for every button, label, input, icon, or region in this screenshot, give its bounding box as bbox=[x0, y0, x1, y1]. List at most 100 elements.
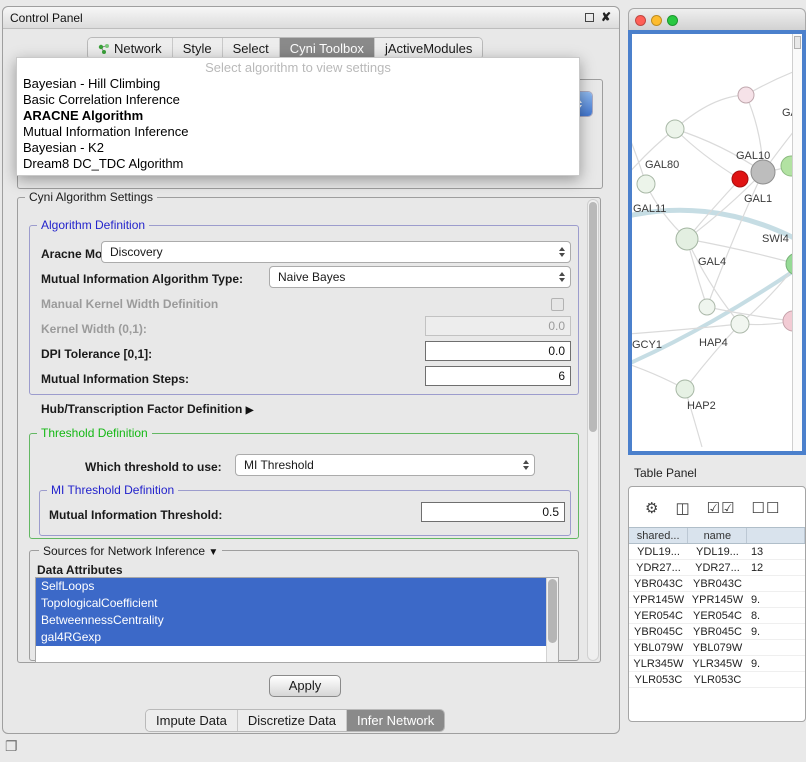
settings-scrollbar[interactable] bbox=[587, 199, 599, 661]
select-all-icon[interactable]: ☑☑ bbox=[707, 501, 736, 517]
network-node-7[interactable] bbox=[676, 228, 698, 250]
table-row[interactable]: YLR345WYLR345W9. bbox=[629, 656, 805, 672]
network-window-titlebar[interactable] bbox=[628, 8, 806, 30]
tab-jactivemodules[interactable]: jActiveModules bbox=[375, 38, 482, 59]
network-focus-frame: GAL80GAL10GAL1GAL11SWI4GAL4GCY1HAP4HAP2Y… bbox=[628, 30, 806, 455]
scrollbar-thumb[interactable] bbox=[589, 202, 597, 432]
table-cell: YBR043C bbox=[629, 576, 688, 591]
tab-discretize-data[interactable]: Discretize Data bbox=[238, 710, 347, 731]
tab-label: Select bbox=[233, 41, 269, 56]
float-window-icon[interactable] bbox=[585, 13, 594, 22]
apply-button[interactable]: Apply bbox=[269, 675, 341, 697]
network-node-2[interactable] bbox=[666, 120, 684, 138]
sources-text: Sources for Network Inference bbox=[43, 544, 205, 558]
column-header[interactable]: name bbox=[688, 528, 747, 543]
close-icon[interactable]: ✘ bbox=[601, 11, 611, 23]
tab-label: Network bbox=[114, 41, 162, 56]
network-node-4[interactable] bbox=[751, 160, 775, 184]
table-row[interactable]: YER054CYER054C8. bbox=[629, 608, 805, 624]
aracne-mode-select[interactable]: Discovery bbox=[101, 241, 571, 263]
tab-style[interactable]: Style bbox=[173, 38, 223, 59]
attributes-scrollbar[interactable] bbox=[546, 578, 558, 662]
manual-kernel-checkbox[interactable] bbox=[551, 298, 564, 311]
sources-label[interactable]: Sources for Network Inference ▼ bbox=[39, 544, 222, 558]
network-edge[interactable] bbox=[675, 95, 746, 129]
network-node-11[interactable] bbox=[783, 311, 792, 331]
table-row[interactable]: YBR043CYBR043C bbox=[629, 576, 805, 592]
settings-gear-icon[interactable]: ⚙ bbox=[645, 501, 659, 517]
table-body: YDL19...YDL19...13YDR27...YDR27...12YBR0… bbox=[629, 544, 805, 688]
sources-collapse-icon[interactable]: ▼ bbox=[208, 547, 218, 558]
network-node-9[interactable] bbox=[699, 299, 715, 315]
tab-network[interactable]: Network bbox=[88, 38, 173, 59]
popup-placeholder: Select algorithm to view settings bbox=[17, 60, 579, 76]
table-cell: YBL079W bbox=[629, 640, 688, 655]
network-scrollbar[interactable] bbox=[792, 34, 802, 451]
scrollbar-thumb[interactable] bbox=[548, 579, 557, 643]
network-edge[interactable] bbox=[675, 129, 740, 179]
table-cell: YPR145W bbox=[688, 592, 747, 607]
restore-panel-icon[interactable]: ❐ bbox=[5, 738, 18, 755]
mi-type-select[interactable]: Naive Bayes bbox=[269, 266, 571, 288]
network-node-1[interactable] bbox=[738, 87, 754, 103]
algorithm-option[interactable]: Basic Correlation Inference bbox=[17, 92, 579, 108]
node-label: SWI4 bbox=[762, 233, 789, 245]
combo-value: Naive Bayes bbox=[278, 270, 345, 284]
algorithm-option[interactable]: Bayesian - Hill Climbing bbox=[17, 76, 579, 92]
table-row[interactable]: YPR145WYPR145W9. bbox=[629, 592, 805, 608]
network-node-5[interactable] bbox=[732, 171, 748, 187]
hub-expander-icon[interactable]: ▶ bbox=[246, 405, 254, 416]
attribute-item[interactable]: gal4RGexp bbox=[36, 629, 546, 646]
tab-infer-network[interactable]: Infer Network bbox=[347, 710, 444, 731]
close-traffic-icon[interactable] bbox=[635, 15, 646, 26]
column-header[interactable] bbox=[747, 528, 805, 543]
network-node-6[interactable] bbox=[637, 175, 655, 193]
table-row[interactable]: YBL079WYBL079W bbox=[629, 640, 805, 656]
which-threshold-select[interactable]: MI Threshold bbox=[235, 454, 535, 476]
algorithm-option[interactable]: Bayesian - K2 bbox=[17, 140, 579, 156]
table-cell: YBR045C bbox=[688, 624, 747, 639]
tab-label: Style bbox=[183, 41, 212, 56]
network-canvas-area[interactable]: GAL80GAL10GAL1GAL11SWI4GAL4GCY1HAP4HAP2Y… bbox=[632, 34, 802, 451]
column-header[interactable]: shared... bbox=[629, 528, 688, 543]
mi-steps-field[interactable] bbox=[425, 366, 571, 386]
table-cell: YER054C bbox=[688, 608, 747, 623]
tab-impute-data[interactable]: Impute Data bbox=[146, 710, 238, 731]
network-node-10[interactable] bbox=[731, 315, 749, 333]
algorithm-option[interactable]: Dream8 DC_TDC Algorithm bbox=[17, 156, 579, 172]
column-visibility-icon[interactable]: ◫ bbox=[675, 501, 690, 517]
kernel-width-field[interactable] bbox=[425, 316, 571, 336]
table-row[interactable]: YDR27...YDR27...12 bbox=[629, 560, 805, 576]
tab-label: Cyni Toolbox bbox=[290, 41, 364, 56]
deselect-all-icon[interactable]: ☐☐ bbox=[752, 501, 781, 517]
node-label: GAL80 bbox=[645, 159, 679, 171]
network-canvas[interactable]: GAL80GAL10GAL1GAL11SWI4GAL4GCY1HAP4HAP2Y… bbox=[632, 34, 792, 451]
table-cell: YDR27... bbox=[629, 560, 688, 575]
bottom-tabs: Impute Data Discretize Data Infer Networ… bbox=[145, 709, 445, 732]
minimize-traffic-icon[interactable] bbox=[651, 15, 662, 26]
control-panel-titlebar[interactable]: Control Panel ✘ bbox=[3, 7, 619, 29]
attribute-item[interactable]: TopologicalCoefficient bbox=[36, 595, 546, 612]
table-row[interactable]: YDL19...YDL19...13 bbox=[629, 544, 805, 560]
algorithm-option[interactable]: Mutual Information Inference bbox=[17, 124, 579, 140]
table-row[interactable]: YBR045CYBR045C9. bbox=[629, 624, 805, 640]
table-row[interactable]: YLR053CYLR053C bbox=[629, 672, 805, 688]
tab-select[interactable]: Select bbox=[223, 38, 280, 59]
network-node-12[interactable] bbox=[676, 380, 694, 398]
network-edge[interactable] bbox=[687, 172, 763, 239]
algorithm-option[interactable]: ARACNE Algorithm bbox=[17, 108, 579, 124]
mi-steps-label: Mutual Information Steps: bbox=[41, 372, 189, 386]
mi-threshold-field[interactable] bbox=[421, 502, 565, 522]
scrollbar-thumb[interactable] bbox=[794, 36, 801, 49]
attribute-item[interactable]: SelfLoops bbox=[36, 578, 546, 595]
algorithm-popup-list: Bayesian - Hill ClimbingBasic Correlatio… bbox=[17, 76, 579, 172]
zoom-traffic-icon[interactable] bbox=[667, 15, 678, 26]
attribute-item[interactable]: BetweennessCentrality bbox=[36, 612, 546, 629]
network-node-3[interactable] bbox=[781, 156, 792, 176]
dpi-tolerance-field[interactable] bbox=[425, 341, 571, 361]
table-cell: YLR345W bbox=[688, 656, 747, 671]
group-title: Cyni Algorithm Settings bbox=[25, 190, 157, 204]
network-edge[interactable] bbox=[632, 324, 740, 334]
tab-cyni-toolbox[interactable]: Cyni Toolbox bbox=[280, 38, 375, 59]
hub-definition-label[interactable]: Hub/Transcription Factor Definition ▶ bbox=[41, 402, 253, 416]
